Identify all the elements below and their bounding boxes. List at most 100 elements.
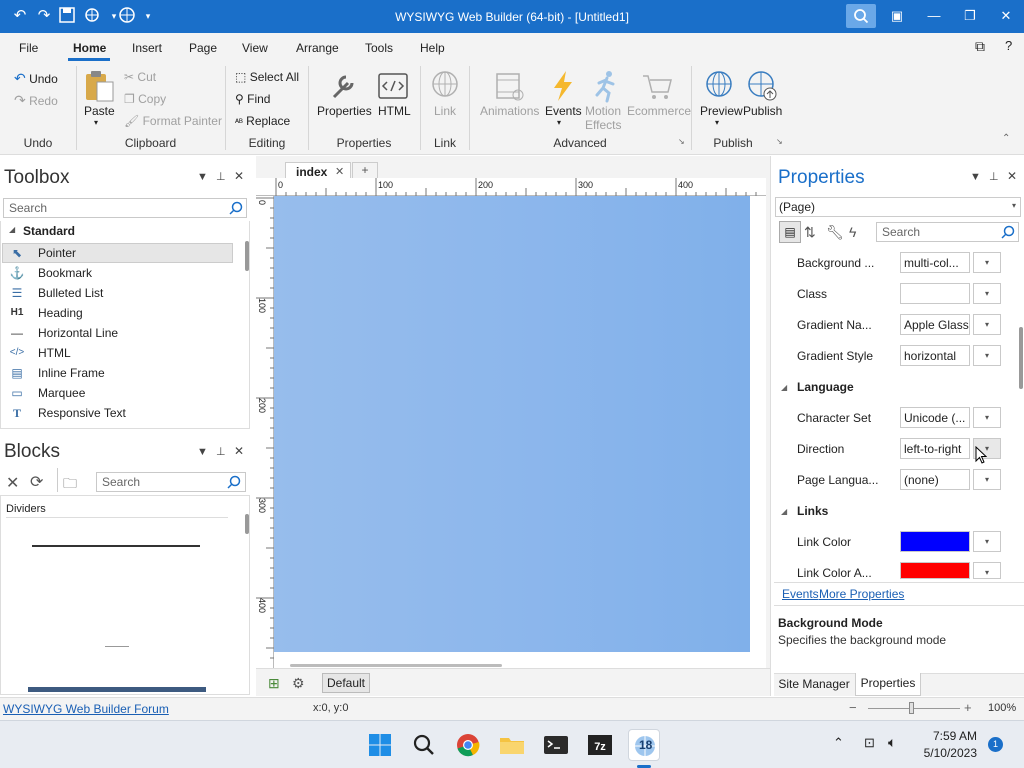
select-all-button[interactable]: ⬚ Select All	[235, 70, 299, 84]
chevron-down-icon[interactable]: ▾	[94, 118, 98, 127]
animations-button[interactable]: Animations	[480, 104, 539, 118]
close-icon[interactable]: ✕	[1007, 169, 1017, 183]
zoom-in-button[interactable]: +	[964, 700, 972, 715]
menu-page[interactable]: Page	[189, 41, 217, 55]
display-mode-icon[interactable]: ▣	[883, 5, 911, 27]
close-icon[interactable]: ✕	[234, 169, 244, 183]
object-selector[interactable]: (Page) ▾	[775, 197, 1021, 217]
property-value[interactable]: multi-col...	[900, 252, 970, 273]
property-value[interactable]: horizontal	[900, 345, 970, 366]
clock-time[interactable]: 7:59 AM	[921, 729, 977, 743]
chrome-icon[interactable]	[452, 729, 484, 761]
clock-date[interactable]: 5/10/2023	[917, 746, 977, 760]
divider-preview[interactable]	[105, 646, 129, 647]
blocks-search-input[interactable]: Search	[96, 472, 246, 492]
redo-button[interactable]: ↷ Redo	[14, 92, 58, 109]
property-value[interactable]: (none)	[900, 469, 970, 490]
motion-effects-button[interactable]: Motion Effects	[585, 104, 621, 132]
divider-preview[interactable]	[28, 687, 206, 692]
zoom-slider-track[interactable]	[868, 708, 960, 709]
divider-preview[interactable]	[32, 545, 200, 547]
network-icon[interactable]: ⊡	[864, 735, 875, 751]
file-explorer-icon[interactable]	[496, 729, 528, 761]
property-dropdown-button[interactable]: ▾	[973, 314, 1001, 335]
collapse-icon[interactable]: ◢	[781, 383, 787, 392]
menu-help[interactable]: Help	[420, 41, 445, 55]
pin-icon[interactable]: ⊥	[216, 445, 226, 458]
properties-search-input[interactable]: Search	[876, 222, 1019, 242]
scrollbar-thumb[interactable]	[245, 514, 249, 534]
zoom-out-button[interactable]: −	[849, 700, 857, 715]
link-color-active-swatch[interactable]	[900, 562, 970, 579]
close-button[interactable]: ✕	[992, 5, 1020, 27]
preview-button[interactable]: Preview	[700, 104, 743, 118]
minimize-button[interactable]: —	[920, 5, 948, 27]
pane-menu-icon[interactable]: ▼	[970, 171, 981, 183]
tab-properties[interactable]: Properties	[855, 673, 921, 696]
more-properties-link[interactable]: More Properties	[819, 587, 904, 601]
lightning-icon[interactable]: ϟ	[849, 224, 856, 240]
menu-insert[interactable]: Insert	[132, 41, 162, 55]
property-value[interactable]: Apple Glass	[900, 314, 970, 335]
chevron-down-icon[interactable]: ▾	[557, 118, 561, 127]
categorized-icon[interactable]: ▤	[779, 221, 801, 243]
find-button[interactable]: ⚲ Find	[235, 92, 270, 106]
collapse-icon[interactable]: ◢	[9, 225, 15, 234]
html-button[interactable]: HTML	[378, 104, 411, 118]
pin-icon[interactable]: ⊥	[216, 170, 226, 183]
property-dropdown-button[interactable]: ▾	[973, 531, 1001, 552]
dialog-launcher-icon[interactable]: ↘	[678, 137, 685, 146]
search-icon[interactable]	[408, 729, 440, 761]
7zip-icon[interactable]: 7z	[584, 729, 616, 761]
publish-button[interactable]: Publish	[743, 104, 782, 118]
property-value[interactable]	[900, 283, 970, 304]
pin-icon[interactable]: ⊥	[989, 170, 999, 183]
toolbox-search-input[interactable]: Search	[3, 198, 247, 218]
page-settings-icon[interactable]: ⚙	[292, 675, 305, 692]
wrench-icon[interactable]: 🔧︎	[826, 224, 844, 241]
volume-icon[interactable]: 🔈︎	[888, 734, 896, 751]
pane-menu-icon[interactable]: ▼	[197, 446, 208, 458]
notification-badge[interactable]: 1	[988, 737, 1003, 752]
menu-view[interactable]: View	[242, 41, 268, 55]
forum-link[interactable]: WYSIWYG Web Builder Forum	[3, 702, 169, 716]
restore-button[interactable]: ❐	[956, 5, 984, 27]
search-button[interactable]	[846, 4, 876, 28]
property-dropdown-button[interactable]: ▾	[973, 469, 1001, 490]
menu-arrange[interactable]: Arrange	[296, 41, 339, 55]
pane-menu-icon[interactable]: ▼	[197, 171, 208, 183]
sort-alpha-icon[interactable]: ⇅	[804, 224, 816, 241]
chevron-up-icon[interactable]: ⌃	[833, 735, 844, 751]
cut-button[interactable]: ✂ Cut	[124, 70, 156, 84]
scrollbar-thumb[interactable]	[1019, 327, 1023, 389]
replace-button[interactable]: ᴬᴮ Replace	[235, 114, 290, 128]
format-painter-button[interactable]: 🖌 Format Painter	[124, 114, 222, 128]
help-icon[interactable]: ?	[1005, 38, 1012, 53]
chevron-down-icon[interactable]: ▾	[715, 118, 719, 127]
undo-button[interactable]: ↶ Undo	[14, 70, 58, 87]
menu-tools[interactable]: Tools	[365, 41, 393, 55]
terminal-icon[interactable]	[540, 729, 572, 761]
copy-button[interactable]: ❐ Copy	[124, 92, 166, 106]
dialog-launcher-icon[interactable]: ↘	[776, 137, 783, 146]
horizontal-scrollbar[interactable]	[290, 664, 502, 667]
property-dropdown-button[interactable]: ▾	[973, 407, 1001, 428]
web-builder-taskbar-icon[interactable]: 18	[628, 729, 660, 761]
events-button[interactable]: Events	[545, 104, 582, 118]
property-value[interactable]: Unicode (...	[900, 407, 970, 428]
property-dropdown-button[interactable]: ▾	[973, 345, 1001, 366]
events-link[interactable]: Events	[782, 587, 819, 601]
collapse-ribbon-icon[interactable]: ⌃	[1002, 133, 1010, 144]
property-dropdown-button[interactable]: ▾	[973, 562, 1001, 579]
folder-icon[interactable]: 🗀	[63, 473, 77, 497]
properties-button[interactable]: Properties	[317, 104, 372, 118]
link-button[interactable]: Link	[434, 104, 456, 118]
menu-file[interactable]: File	[19, 41, 38, 55]
refresh-icon[interactable]: ⟳	[30, 472, 43, 492]
scrollbar-thumb[interactable]	[245, 241, 249, 271]
page-canvas[interactable]	[274, 196, 750, 652]
start-button[interactable]	[364, 729, 396, 761]
property-dropdown-button[interactable]: ▾	[973, 252, 1001, 273]
tab-site-manager[interactable]: Site Manager	[774, 674, 854, 696]
ecommerce-button[interactable]: Ecommerce	[627, 104, 691, 118]
